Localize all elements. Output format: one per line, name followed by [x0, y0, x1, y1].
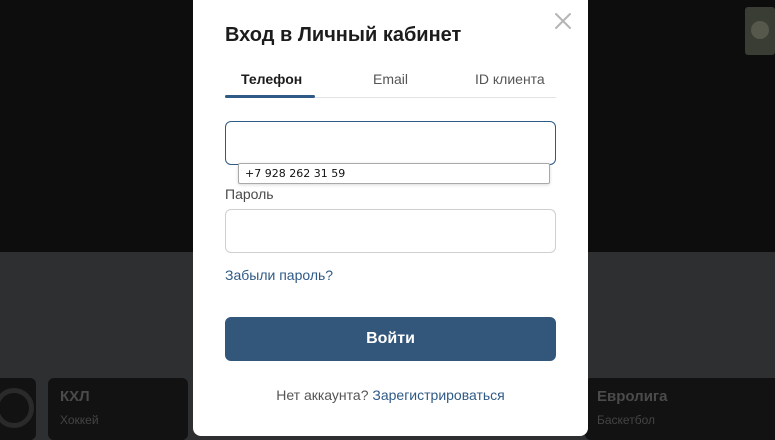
background-card-title: КХЛ — [60, 388, 90, 405]
background-card-subtitle: Баскетбол — [597, 413, 655, 427]
autofill-dropdown: +7 928 262 31 59 — [238, 163, 550, 184]
close-icon — [555, 13, 571, 29]
active-tab-indicator — [225, 95, 315, 98]
tab-client-id[interactable]: ID клиента — [475, 71, 545, 87]
tab-phone[interactable]: Телефон — [241, 71, 302, 87]
background-card-subtitle: Хоккей — [60, 413, 99, 427]
forgot-password-link[interactable]: Забыли пароль? — [225, 267, 333, 283]
tab-email[interactable]: Email — [373, 71, 408, 87]
password-label: Пароль — [225, 186, 274, 202]
background-thumbnail — [745, 7, 775, 55]
login-button[interactable]: Войти — [225, 317, 556, 361]
login-method-tabs: Телефон Email ID клиента — [225, 67, 556, 98]
password-input[interactable] — [225, 209, 556, 253]
login-modal: Вход в Личный кабинет Телефон Email ID к… — [193, 0, 588, 436]
background-card-euroleague: Евролига Баскетбол — [585, 378, 775, 440]
register-link[interactable]: Зарегистрироваться — [372, 387, 504, 403]
background-card-khl: КХЛ Хоккей — [48, 378, 188, 440]
phone-input[interactable] — [225, 121, 556, 165]
no-account-text: Нет аккаунта? — [276, 387, 369, 403]
register-prompt: Нет аккаунта? Зарегистрироваться — [193, 387, 588, 403]
autofill-suggestion[interactable]: +7 928 262 31 59 — [245, 167, 345, 180]
close-button[interactable] — [554, 12, 572, 30]
background-card-partial — [0, 378, 36, 440]
modal-title: Вход в Личный кабинет — [225, 24, 462, 46]
background-card-title: Евролига — [597, 388, 668, 405]
